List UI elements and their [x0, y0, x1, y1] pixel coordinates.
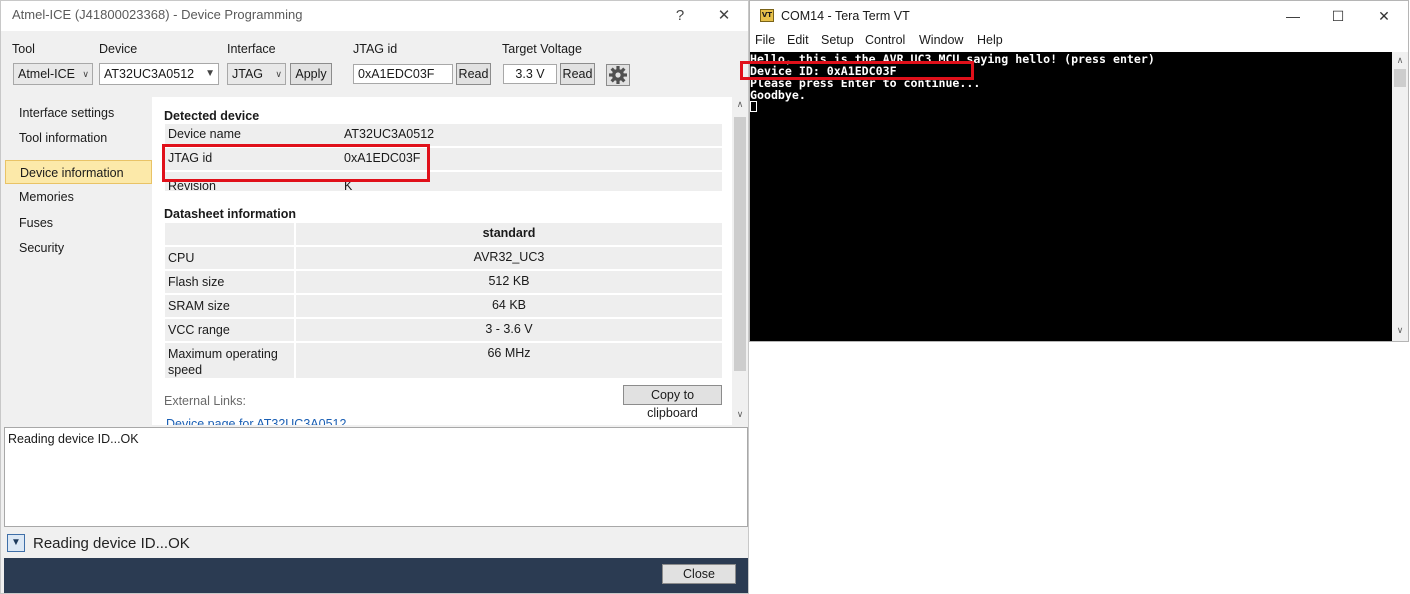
content-scrollbar[interactable]: ∧ ∨ — [732, 97, 748, 425]
menu-help[interactable]: Help — [977, 33, 1003, 47]
terminal-line: Goodbye. — [750, 88, 806, 102]
max-speed-value: 66 MHz — [296, 343, 722, 378]
status-text: Reading device ID...OK — [33, 535, 190, 552]
footer-bar: Close — [4, 558, 748, 593]
maximize-button[interactable]: ☐ — [1323, 5, 1353, 27]
settings-button[interactable] — [606, 64, 630, 86]
max-speed-key: Maximum operating speed — [165, 343, 294, 378]
cpu-value: AVR32_UC3 — [296, 247, 722, 269]
datasheet-heading: Datasheet information — [164, 207, 296, 221]
table-row: VCC range 3 - 3.6 V — [165, 319, 722, 341]
help-button[interactable]: ? — [668, 5, 692, 27]
terminal-screen[interactable]: Hello, this is the AVR UC3 MCU saying he… — [750, 52, 1392, 341]
interface-select-value: JTAG — [232, 67, 264, 81]
interface-select[interactable]: JTAG ∨ — [227, 63, 286, 85]
flash-size-value: 512 KB — [296, 271, 722, 293]
cpu-key: CPU — [165, 247, 294, 269]
table-row: Flash size 512 KB — [165, 271, 722, 293]
menu-control[interactable]: Control — [865, 33, 905, 47]
scroll-down-icon[interactable]: ∨ — [1392, 325, 1408, 336]
minimize-button[interactable]: — — [1278, 5, 1308, 27]
window-title: COM14 - Tera Term VT — [781, 9, 910, 23]
expand-log-button[interactable]: ▼ — [7, 534, 25, 552]
window-title: Atmel-ICE (J41800023368) - Device Progra… — [12, 7, 303, 22]
table-row: Maximum operating speed 66 MHz — [165, 343, 722, 378]
table-row: CPU AVR32_UC3 — [165, 247, 722, 269]
detected-device-heading: Detected device — [164, 109, 260, 123]
menu-edit[interactable]: Edit — [787, 33, 809, 47]
menu-bar: File Edit Setup Control Window Help — [750, 31, 1408, 51]
device-select[interactable]: AT32UC3A0512 ▼ — [99, 63, 219, 85]
table-header-row: standard — [165, 223, 722, 245]
chevron-down-icon: ∨ — [82, 69, 89, 79]
sidebar-item-tool-information[interactable]: Tool information — [5, 126, 152, 150]
jtag-id-label: JTAG id — [353, 42, 398, 56]
jtag-id-highlight-box — [162, 144, 430, 182]
status-bar: ▼ Reading device ID...OK — [4, 528, 748, 558]
sidebar-item-interface-settings[interactable]: Interface settings — [5, 101, 152, 125]
vcc-range-value: 3 - 3.6 V — [296, 319, 722, 341]
device-name-value: AT32UC3A0512 — [344, 127, 435, 141]
sidebar-item-fuses[interactable]: Fuses — [5, 211, 152, 235]
sidebar-item-memories[interactable]: Memories — [5, 185, 152, 209]
sidebar-item-security[interactable]: Security — [5, 236, 152, 260]
scroll-thumb[interactable] — [1394, 69, 1406, 87]
sidebar-item-device-information[interactable]: Device information — [5, 160, 152, 184]
target-voltage-label: Target Voltage — [502, 42, 582, 56]
scroll-down-icon[interactable]: ∨ — [732, 409, 748, 420]
device-page-link[interactable]: Device page for AT32UC3A0512 — [166, 417, 346, 425]
title-bar: VT COM14 - Tera Term VT — ☐ ✕ — [750, 1, 1408, 31]
scroll-thumb[interactable] — [734, 117, 746, 371]
jtag-read-button[interactable]: Read — [456, 63, 491, 85]
menu-file[interactable]: File — [755, 33, 775, 47]
voltage-read-button[interactable]: Read — [560, 63, 595, 85]
target-voltage-field[interactable]: 3.3 V — [503, 64, 557, 84]
terminal-scrollbar[interactable]: ∧ ∨ — [1392, 52, 1408, 341]
sram-size-key: SRAM size — [165, 295, 294, 317]
dropdown-arrow-icon: ▼ — [205, 68, 215, 79]
output-log: Reading device ID...OK — [4, 427, 748, 527]
header-empty-cell — [165, 223, 294, 245]
apply-button[interactable]: Apply — [290, 63, 332, 85]
toolbar: Tool Atmel-ICE ∨ Device AT32UC3A0512 ▼ I… — [1, 31, 748, 95]
column-header-standard: standard — [296, 223, 722, 245]
table-row: SRAM size 64 KB — [165, 295, 722, 317]
tera-term-app-icon: VT — [760, 9, 774, 22]
jtag-id-field[interactable]: 0xA1EDC03F — [353, 64, 453, 84]
tool-select-value: Atmel-ICE — [18, 67, 75, 81]
interface-label: Interface — [227, 42, 276, 56]
close-button[interactable]: Close — [662, 564, 736, 584]
device-id-highlight-box — [740, 61, 974, 80]
close-window-button[interactable]: ✕ — [712, 5, 736, 27]
sram-size-value: 64 KB — [296, 295, 722, 317]
device-name-key: Device name — [168, 127, 241, 141]
external-links-label: External Links: — [164, 394, 246, 408]
device-label: Device — [99, 42, 138, 56]
tool-select[interactable]: Atmel-ICE ∨ — [13, 63, 93, 85]
gear-icon — [609, 66, 627, 84]
table-row: Device name AT32UC3A0512 — [165, 124, 722, 146]
terminal-cursor — [750, 101, 757, 112]
flash-size-key: Flash size — [165, 271, 294, 293]
scroll-up-icon[interactable]: ∧ — [1392, 55, 1408, 66]
scroll-up-icon[interactable]: ∧ — [732, 99, 748, 110]
menu-window[interactable]: Window — [919, 33, 963, 47]
device-select-value: AT32UC3A0512 — [104, 67, 195, 81]
tool-label: Tool — [12, 42, 35, 56]
vcc-range-key: VCC range — [165, 319, 294, 341]
device-programming-window: Atmel-ICE (J41800023368) - Device Progra… — [0, 0, 749, 594]
title-bar: Atmel-ICE (J41800023368) - Device Progra… — [1, 1, 748, 31]
chevron-down-icon: ∨ — [275, 69, 282, 79]
sidebar: Interface settings Tool information Devi… — [3, 97, 152, 425]
close-window-button[interactable]: ✕ — [1369, 5, 1399, 27]
tera-term-window: VT COM14 - Tera Term VT — ☐ ✕ File Edit … — [749, 0, 1409, 342]
menu-setup[interactable]: Setup — [821, 33, 854, 47]
copy-to-clipboard-button[interactable]: Copy to clipboard — [623, 385, 722, 420]
